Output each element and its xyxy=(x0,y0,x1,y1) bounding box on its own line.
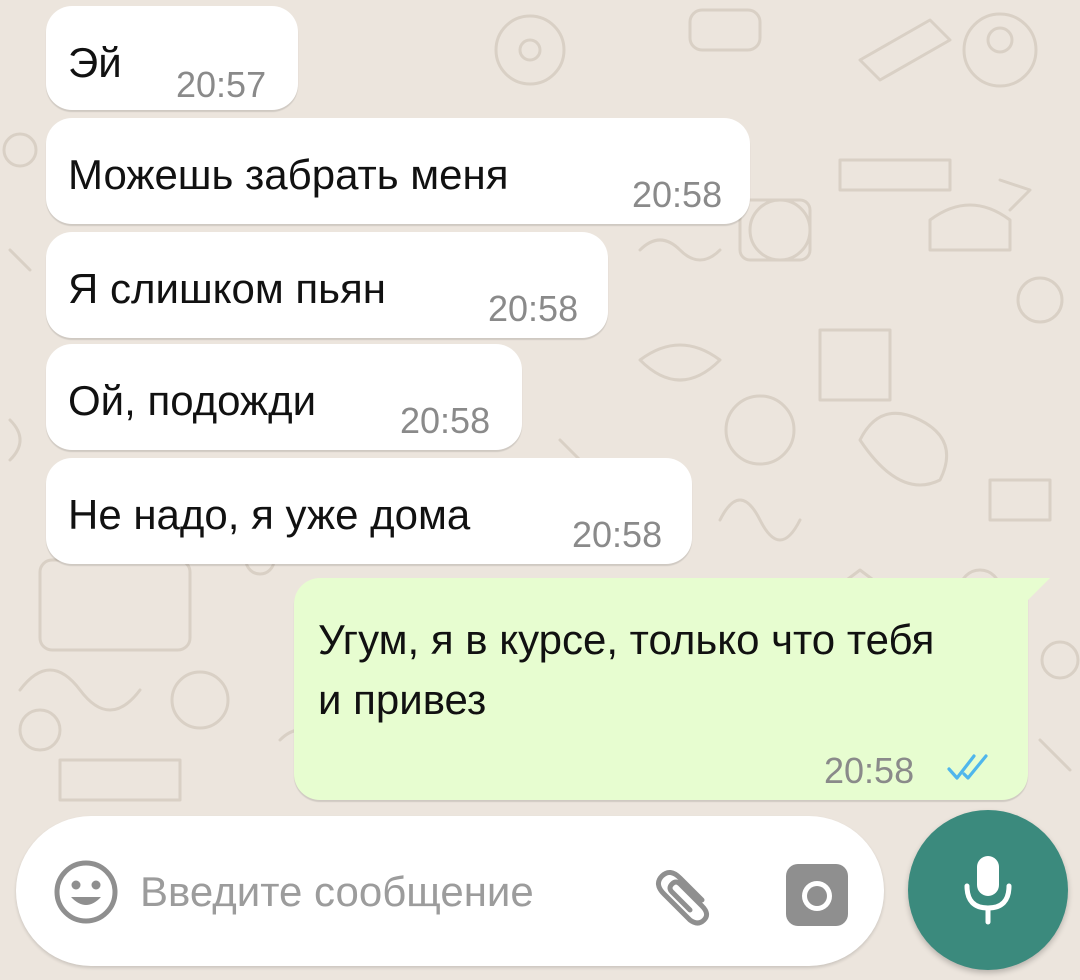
message-bubble-incoming[interactable]: Не надо, я уже дома 20:58 xyxy=(46,458,692,564)
voice-record-button[interactable] xyxy=(908,810,1068,970)
message-composer: Введите сообщение xyxy=(16,816,884,966)
message-timestamp: 20:58 xyxy=(824,750,915,791)
message-bubble-outgoing[interactable]: Угум, я в курсе, только что тебя и приве… xyxy=(294,578,1050,800)
message-input-placeholder[interactable]: Введите сообщение xyxy=(140,868,534,916)
message-bubble-incoming[interactable]: Можешь забрать меня 20:58 xyxy=(46,118,750,224)
message-text: Угум, я в курсе, только что тебя и приве… xyxy=(318,616,935,723)
message-timestamp: 20:58 xyxy=(572,514,663,555)
message-timestamp: 20:57 xyxy=(176,64,267,105)
camera-icon xyxy=(786,864,848,926)
microphone-icon xyxy=(964,856,1012,925)
message-timestamp: 20:58 xyxy=(632,174,723,215)
message-bubble-incoming[interactable]: Ой, подожди 20:58 xyxy=(46,344,522,450)
message-text: Эй xyxy=(68,39,122,86)
bubble-tail xyxy=(1026,578,1050,602)
message-timestamp: 20:58 xyxy=(488,288,579,329)
emoji-icon xyxy=(54,860,118,924)
emoji-button[interactable] xyxy=(48,854,124,930)
message-timestamp: 20:58 xyxy=(400,400,491,441)
double-check-icon xyxy=(947,754,988,780)
message-text: Ой, подожди xyxy=(68,377,317,424)
message-text: Можешь забрать меня xyxy=(68,151,509,198)
message-text: Не надо, я уже дома xyxy=(68,491,471,538)
message-bubble-incoming[interactable]: Эй 20:57 xyxy=(46,6,298,110)
camera-button[interactable] xyxy=(776,854,856,934)
paperclip-icon xyxy=(656,870,710,926)
message-text: Я слишком пьян xyxy=(68,265,386,312)
message-bubble-incoming[interactable]: Я слишком пьян 20:58 xyxy=(46,232,608,338)
attach-button[interactable] xyxy=(646,854,726,934)
